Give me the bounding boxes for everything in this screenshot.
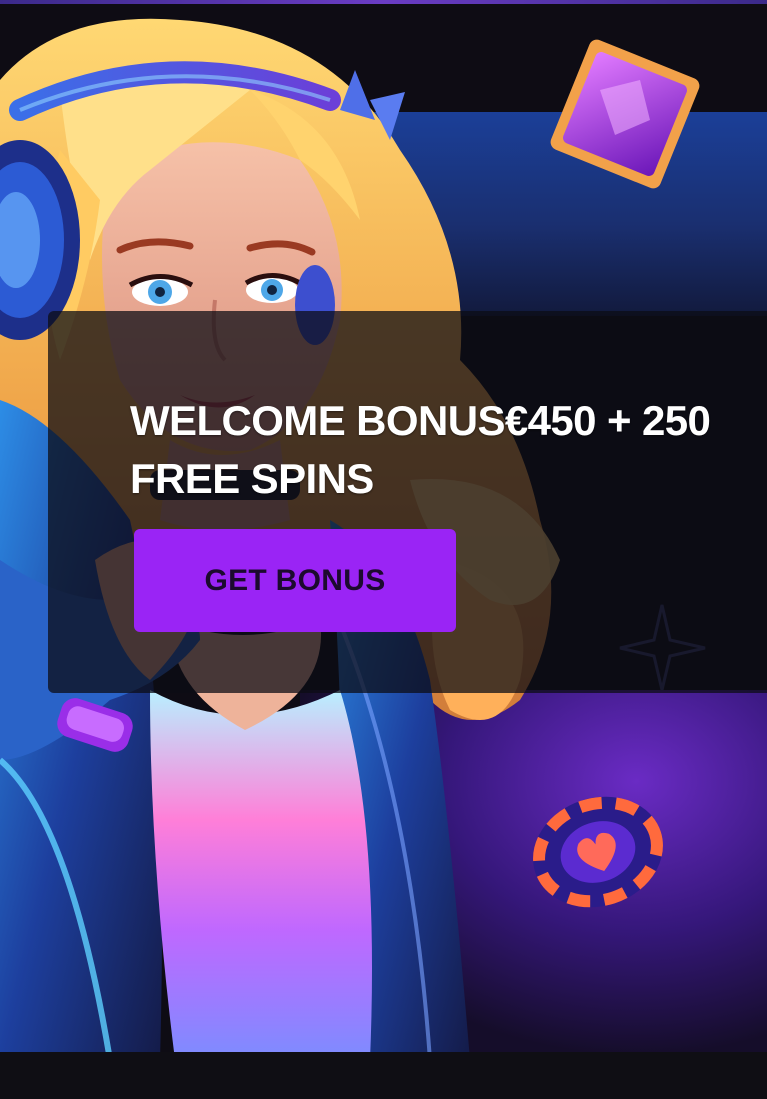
headline-line-1: WELCOME BONUS€450 + 250 — [130, 397, 711, 444]
get-bonus-button[interactable]: GET BONUS — [134, 529, 456, 632]
promo-banner: WELCOME BONUS€450 + 250 FREE SPINS GET B… — [0, 0, 767, 1099]
welcome-bonus-headline: WELCOME BONUS€450 + 250 FREE SPINS — [130, 392, 750, 508]
top-accent-line — [0, 0, 767, 4]
headline-line-2: FREE SPINS — [130, 455, 374, 502]
bottom-strip — [0, 1052, 767, 1099]
